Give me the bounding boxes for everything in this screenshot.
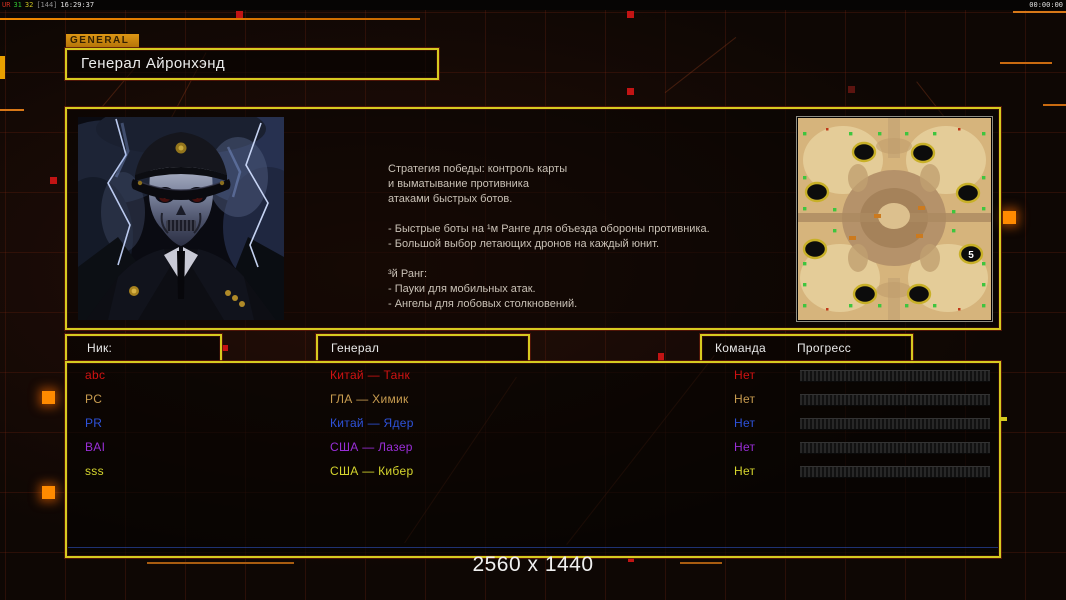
description-line: - Ангелы для лобовых столкновений. bbox=[388, 298, 578, 310]
player-general: США — Лазер bbox=[330, 440, 413, 454]
debug-stats: UR 31 32 [144] 16:29:37 bbox=[2, 1, 97, 9]
player-team: Нет bbox=[734, 440, 756, 454]
player-nick: BAI bbox=[85, 440, 106, 454]
deco-square bbox=[848, 86, 855, 93]
deco-square-glow bbox=[42, 391, 55, 404]
strategy-description: Стратегия победы: контроль карты и вымат… bbox=[388, 162, 728, 312]
description-line: Стратегия победы: контроль карты bbox=[388, 163, 568, 175]
deco-orange-line bbox=[0, 18, 420, 20]
match-timer: 00:00:00 bbox=[1029, 1, 1063, 9]
deco-square-glow bbox=[1003, 211, 1016, 224]
stat-value: [144] bbox=[36, 1, 58, 9]
player-progress-bar bbox=[800, 370, 990, 382]
stat-value: 31 bbox=[13, 1, 22, 9]
player-progress-bar bbox=[800, 394, 990, 406]
stat-value: UR bbox=[2, 1, 11, 9]
description-line: и выматывание противника bbox=[388, 178, 529, 190]
description-line bbox=[388, 252, 728, 267]
player-nick: PR bbox=[85, 416, 103, 430]
player-progress-bar bbox=[800, 442, 990, 454]
player-general: Китай — Ядер bbox=[330, 416, 414, 430]
player-row[interactable]: PC ГЛА — Химик Нет bbox=[65, 391, 1001, 411]
player-row[interactable]: PR Китай — Ядер Нет bbox=[65, 415, 1001, 435]
map-preview: 5 bbox=[796, 116, 993, 322]
player-nick: PC bbox=[85, 392, 103, 406]
map-art: 5 bbox=[798, 118, 991, 320]
resolution-label: 2560 x 1440 bbox=[472, 553, 594, 576]
player-nick: abc bbox=[85, 368, 106, 382]
deco-blue-line bbox=[68, 547, 998, 548]
player-row[interactable]: sss США — Кибер Нет bbox=[65, 463, 1001, 483]
description-line: - Большой выбор летающих дронов на кажды… bbox=[388, 238, 660, 250]
column-header-general: Генерал bbox=[331, 341, 380, 355]
player-general: Китай — Танк bbox=[330, 368, 411, 382]
header-box-general: Генерал bbox=[316, 334, 530, 363]
player-progress-bar bbox=[800, 466, 990, 478]
player-team: Нет bbox=[734, 392, 756, 406]
player-progress-bar bbox=[800, 418, 990, 430]
portrait-art bbox=[43, 103, 313, 320]
deco-orange-line bbox=[1013, 11, 1066, 13]
general-title-box: Генерал Айронхэнд bbox=[65, 48, 439, 80]
start-position-number: 5 bbox=[968, 250, 974, 261]
deco-orange-line bbox=[1000, 62, 1052, 64]
player-row[interactable]: BAI США — Лазер Нет bbox=[65, 439, 1001, 459]
player-team: Нет bbox=[734, 464, 756, 478]
player-team: Нет bbox=[734, 416, 756, 430]
column-header-nick: Ник: bbox=[87, 341, 113, 355]
clock-value: 16:29:37 bbox=[60, 1, 95, 9]
stat-value: 32 bbox=[24, 1, 34, 9]
column-header-team: Команда bbox=[715, 341, 766, 355]
deco-square bbox=[627, 11, 634, 18]
deco-square bbox=[222, 345, 228, 351]
deco-orange-bar bbox=[0, 56, 5, 79]
top-hud-strip: UR 31 32 [144] 16:29:37 00:00:00 bbox=[0, 0, 1066, 10]
deco-square bbox=[627, 88, 634, 95]
header-box-team-progress: Команда Прогресс bbox=[700, 334, 913, 363]
general-portrait-image bbox=[43, 103, 313, 320]
description-line: атаками быстрых ботов. bbox=[388, 193, 513, 205]
lobby-screen: UR 31 32 [144] 16:29:37 00:00:00 GENERAL Ген… bbox=[0, 0, 1066, 600]
player-nick: sss bbox=[85, 464, 104, 478]
page-title: Генерал Айронхэнд bbox=[81, 55, 226, 72]
description-line bbox=[388, 207, 728, 222]
deco-square bbox=[50, 177, 57, 184]
tab-general: GENERAL bbox=[66, 34, 139, 48]
player-row[interactable]: abc Китай — Танк Нет bbox=[65, 367, 1001, 387]
deco-square-glow bbox=[42, 486, 55, 499]
header-box-nick: Ник: bbox=[65, 334, 222, 363]
description-line: - Пауки для мобильных атак. bbox=[388, 283, 536, 295]
deco-square bbox=[236, 11, 243, 18]
description-line: - Быстрые боты на ¹м Ранге для объезда о… bbox=[388, 223, 710, 235]
description-line: ³й Ранг: bbox=[388, 268, 428, 280]
player-general: США — Кибер bbox=[330, 464, 414, 478]
deco-orange-line bbox=[0, 109, 24, 111]
player-general: ГЛА — Химик bbox=[330, 392, 409, 406]
player-team: Нет bbox=[734, 368, 756, 382]
column-header-progress: Прогресс bbox=[797, 341, 852, 355]
deco-orange-line bbox=[1043, 104, 1066, 106]
